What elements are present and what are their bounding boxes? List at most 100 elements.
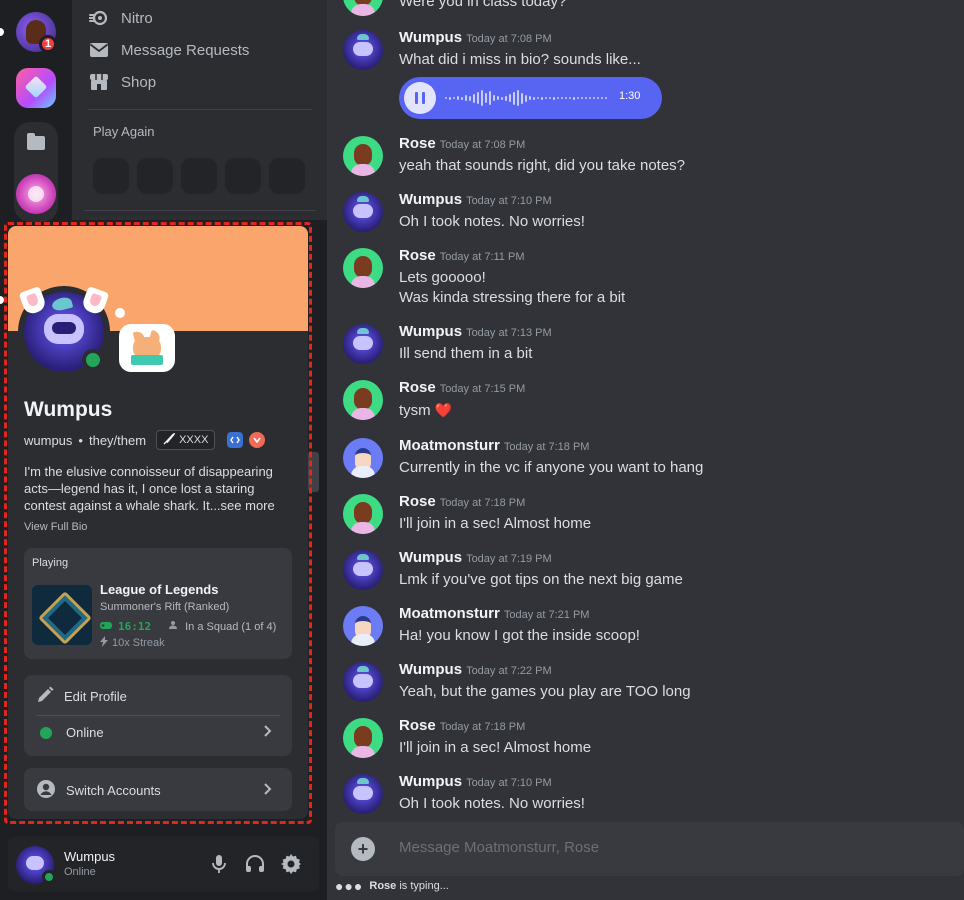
voice-message-player[interactable]: 1:30	[399, 77, 662, 119]
waveform-bar	[497, 96, 499, 100]
view-full-bio-link[interactable]: View Full Bio	[24, 521, 87, 533]
profile-popout: Wumpus wumpus • they/them XXXX I'm the e…	[8, 226, 308, 819]
message-author[interactable]: Moatmonsturr	[399, 605, 500, 622]
message-line: I'll join in a sec! Almost home	[399, 738, 591, 758]
message-timestamp: Today at 7:13 PM	[466, 327, 552, 339]
activity-card[interactable]: Playing League of Legends Summoner's Rif…	[24, 548, 292, 659]
waveform-bar	[565, 97, 567, 99]
message-avatar[interactable]	[343, 438, 383, 478]
server-icon-pink[interactable]	[16, 174, 56, 214]
waveform-bar	[545, 97, 547, 99]
waveform-bar	[569, 97, 571, 99]
message-avatar[interactable]	[343, 494, 383, 534]
chevron-right-icon	[264, 724, 272, 741]
game-slot[interactable]	[225, 158, 261, 194]
message-line: Lmk if you've got tips on the next big g…	[399, 570, 683, 590]
message-avatar[interactable]	[343, 248, 383, 288]
developer-badge-icon[interactable]	[227, 432, 244, 448]
message-avatar[interactable]	[343, 662, 383, 702]
waveform-bar	[525, 94, 527, 102]
message-author[interactable]: Wumpus	[399, 191, 462, 208]
message-author[interactable]: Rose	[399, 135, 436, 152]
message-line: Was kinda stressing there for a bit	[399, 288, 625, 308]
message-author[interactable]: Wumpus	[399, 661, 462, 678]
message-author[interactable]: Wumpus	[399, 323, 462, 340]
message-avatar[interactable]	[343, 774, 383, 814]
waveform-bar	[601, 97, 603, 99]
switch-accounts-card[interactable]: Switch Accounts	[24, 768, 292, 811]
message-avatar[interactable]	[343, 718, 383, 758]
message-author[interactable]: Wumpus	[399, 773, 462, 790]
message-avatar[interactable]	[343, 192, 383, 232]
message-avatar[interactable]	[343, 136, 383, 176]
pause-button[interactable]	[404, 82, 436, 114]
message-avatar[interactable]	[343, 30, 383, 70]
message-author[interactable]: Wumpus	[399, 29, 462, 46]
edit-profile-button[interactable]: Edit Profile	[36, 686, 280, 707]
waveform-bar	[513, 91, 515, 105]
sidebar-item-nitro[interactable]: Nitro	[89, 4, 153, 32]
game-slot[interactable]	[181, 158, 217, 194]
message-text: I'll join in a sec! Almost home	[399, 514, 591, 534]
microphone-icon[interactable]	[207, 852, 231, 876]
message-timestamp: Today at 7:22 PM	[466, 665, 552, 677]
server-icon-cube[interactable]	[16, 68, 56, 108]
waveform-bar	[553, 96, 555, 100]
message-text: Currently in the vc if anyone you want t…	[399, 458, 703, 478]
add-attachment-plus-icon[interactable]: +	[351, 837, 375, 861]
divider	[88, 109, 312, 110]
typing-name: Rose	[369, 880, 397, 892]
message-author[interactable]: Rose	[399, 247, 436, 264]
waveform-bar	[449, 96, 451, 100]
message-avatar[interactable]	[343, 550, 383, 590]
hypesquad-badge-icon[interactable]	[249, 432, 266, 448]
sidebar-item-message-requests[interactable]: Message Requests	[89, 36, 249, 64]
message-line: Ill send them in a bit	[399, 344, 532, 364]
message-author[interactable]: Rose	[399, 379, 436, 396]
headphones-icon[interactable]	[243, 852, 267, 876]
squad-text: In a Squad (1 of 4)	[185, 620, 277, 633]
online-status-icon	[82, 349, 104, 371]
message-author[interactable]: Rose	[399, 493, 436, 510]
message-avatar[interactable]	[343, 324, 383, 364]
message-text: yeah that sounds right, did you take not…	[399, 156, 685, 176]
message-timestamp: Today at 7:18 PM	[503, 441, 590, 453]
squad-icon	[169, 620, 179, 633]
status-selector[interactable]: Online	[36, 725, 280, 740]
message-avatar[interactable]	[343, 0, 383, 16]
sidebar-item-shop[interactable]: Shop	[89, 68, 156, 96]
message-author[interactable]: Rose	[399, 717, 436, 734]
waveform-bar	[541, 96, 543, 100]
profile-bio: I'm the elusive connoisseur of disappear…	[24, 464, 275, 513]
game-slot[interactable]	[137, 158, 173, 194]
envelope-icon	[89, 40, 109, 60]
guild-tag-text: XXXX	[179, 434, 209, 446]
switch-accounts-button[interactable]: Switch Accounts	[36, 779, 280, 802]
message-line-text: What did i miss in bio? sounds like...	[399, 51, 641, 68]
message-header: Moatmonsturr Today at 7:18 PM	[399, 437, 589, 454]
message-input[interactable]: + Message Moatmonsturr, Rose	[335, 822, 964, 876]
game-slot[interactable]	[269, 158, 305, 194]
gear-icon[interactable]	[279, 852, 303, 876]
message-avatar[interactable]	[343, 380, 383, 420]
message-line-text: Oh I took notes. No worries!	[399, 795, 585, 812]
account-icon	[36, 779, 56, 802]
user-panel-name[interactable]: Wumpus	[64, 849, 115, 864]
waveform-bar	[505, 95, 507, 101]
message-avatar[interactable]	[343, 606, 383, 646]
message-header: Wumpus Today at 7:19 PM	[399, 549, 552, 566]
message-author[interactable]: Moatmonsturr	[399, 437, 500, 454]
message-author[interactable]: Wumpus	[399, 549, 462, 566]
game-slot[interactable]	[93, 158, 129, 194]
message-header: Rose Today at 7:08 PM	[399, 135, 525, 152]
custom-status-bubble[interactable]	[119, 324, 175, 372]
profile-username: wumpus	[24, 432, 73, 448]
shop-icon	[89, 72, 109, 92]
user-panel: Wumpus Online	[8, 836, 319, 892]
server-folder[interactable]	[14, 122, 58, 222]
message-line: tysm ❤️	[399, 400, 452, 421]
waveform-bar	[473, 93, 475, 103]
status-label: Online	[66, 725, 104, 740]
scrollbar-thumb[interactable]	[308, 452, 319, 492]
guild-tag[interactable]: XXXX	[156, 430, 216, 450]
